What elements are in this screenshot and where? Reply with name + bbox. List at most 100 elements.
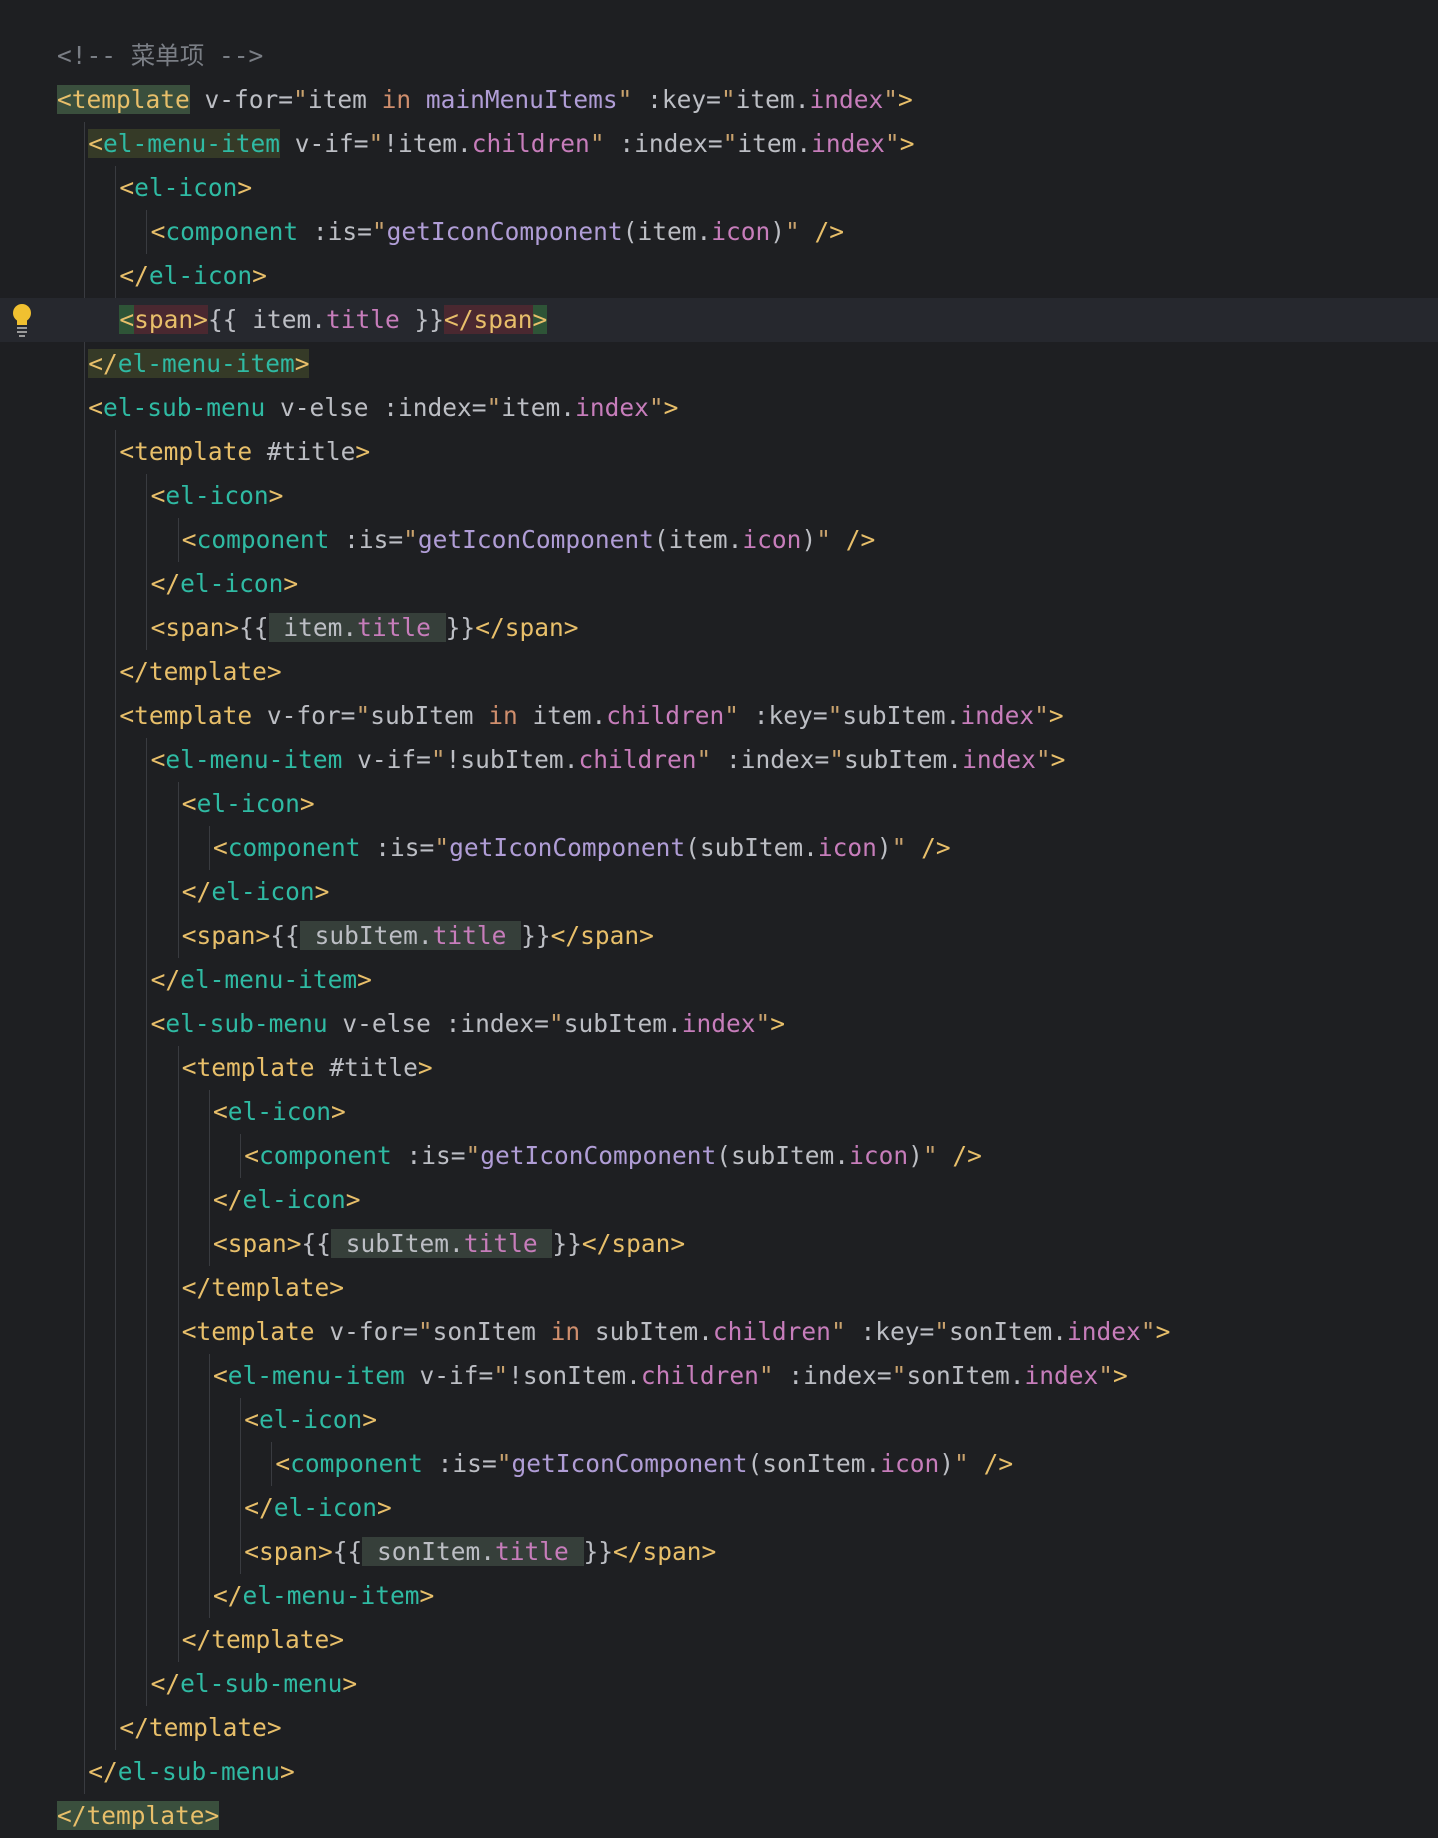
code-token: " <box>934 1317 949 1346</box>
code-line[interactable]: <template v-for="subItem in item.childre… <box>0 694 1438 738</box>
code-token: = <box>814 745 830 774</box>
code-token: icon <box>711 217 771 246</box>
code-line[interactable]: <template #title> <box>0 1046 1438 1090</box>
code-line[interactable]: <el-menu-item v-if="!subItem.children" :… <box>0 738 1438 782</box>
code-line[interactable]: <component :is="getIconComponent(sonItem… <box>0 1442 1438 1486</box>
code-token: </span <box>444 305 533 334</box>
code-line-content: </el-icon> <box>119 254 267 298</box>
code-token: /> <box>830 525 876 554</box>
code-line[interactable]: </el-icon> <box>0 1486 1438 1530</box>
code-line[interactable]: <el-icon> <box>0 166 1438 210</box>
code-token: <template <box>181 1053 315 1082</box>
code-line-content: <el-icon> <box>182 782 315 826</box>
code-token: sonItem <box>906 1361 1010 1390</box>
code-token: component <box>165 217 299 246</box>
code-token: }} <box>445 613 476 642</box>
code-line[interactable]: <component :is="getIconComponent(subItem… <box>0 1134 1438 1178</box>
code-token: !subItem <box>445 745 564 774</box>
code-token: < <box>150 481 166 510</box>
code-token: > <box>345 1185 361 1214</box>
code-token: = <box>340 701 356 730</box>
code-line[interactable]: <el-icon> <box>0 474 1438 518</box>
code-line[interactable]: <span>{{ subItem.title }}</span> <box>0 914 1438 958</box>
code-line[interactable]: </template> <box>0 1794 1438 1838</box>
code-token: " <box>884 129 900 158</box>
code-line[interactable]: </el-menu-item> <box>0 958 1438 1002</box>
code-token: " <box>548 1009 564 1038</box>
code-token: </ <box>150 1669 181 1698</box>
code-line[interactable]: <span>{{ item.title }}</span> <box>0 606 1438 650</box>
code-token: in <box>550 1317 581 1346</box>
code-line[interactable]: </el-sub-menu> <box>0 1662 1438 1706</box>
code-token: <span> <box>181 921 271 950</box>
code-token: > <box>419 1581 435 1610</box>
code-token: index <box>575 393 649 422</box>
code-token: :index <box>368 393 472 422</box>
code-line[interactable]: </el-icon> <box>0 254 1438 298</box>
code-token: </ <box>88 349 118 378</box>
code-line[interactable]: <span>{{ sonItem.title }}</span> <box>0 1530 1438 1574</box>
code-token: > <box>299 789 315 818</box>
code-line[interactable]: <template v-for="sonItem in subItem.chil… <box>0 1310 1438 1354</box>
code-token: < <box>150 1009 166 1038</box>
code-line[interactable]: </template> <box>0 650 1438 694</box>
code-editor[interactable]: <!-- 菜单项 --> <template v-for="item in mai… <box>0 0 1438 1838</box>
code-line[interactable]: </el-icon> <box>0 562 1438 606</box>
code-token: el-menu-item <box>117 349 295 378</box>
code-token: in <box>488 701 518 730</box>
code-token: </ <box>244 1493 274 1522</box>
code-line[interactable]: <el-menu-item v-if="!sonItem.children" :… <box>0 1354 1438 1398</box>
code-line[interactable]: </template> <box>0 1706 1438 1750</box>
code-line[interactable]: </template> <box>0 1618 1438 1662</box>
code-line[interactable]: <template #title> <box>0 430 1438 474</box>
code-line[interactable]: <!-- 菜单项 --> <box>0 34 1438 78</box>
code-line[interactable]: </template> <box>0 1266 1438 1310</box>
code-line[interactable]: <el-menu-item v-if="!item.children" :ind… <box>0 122 1438 166</box>
code-token: </ <box>213 1185 243 1214</box>
code-line[interactable]: </el-sub-menu> <box>0 1750 1438 1794</box>
code-token: = <box>416 745 431 774</box>
code-token: " <box>883 85 898 114</box>
code-token: /> <box>906 833 951 862</box>
code-line[interactable]: </el-icon> <box>0 1178 1438 1222</box>
code-line[interactable]: <el-icon> <box>0 1090 1438 1134</box>
code-token: item <box>735 85 795 114</box>
code-line-content: <template v-for="item in mainMenuItems" … <box>57 78 913 122</box>
code-token: . <box>1009 1361 1025 1390</box>
code-token: el-icon <box>258 1405 363 1434</box>
code-line[interactable]: <el-sub-menu v-else :index="item.index"> <box>0 386 1438 430</box>
code-token: </ <box>150 965 181 994</box>
code-line-content: <template v-for="sonItem in subItem.chil… <box>182 1310 1171 1354</box>
code-token: (subItem <box>685 833 804 862</box>
code-line[interactable]: <component :is="getIconComponent(item.ic… <box>0 518 1438 562</box>
code-token: icon <box>817 833 877 862</box>
code-line[interactable]: <span>{{ subItem.title }}</span> <box>0 1222 1438 1266</box>
code-token: " <box>1140 1317 1156 1346</box>
code-token: v-for <box>314 1317 404 1346</box>
code-line[interactable]: </el-icon> <box>0 870 1438 914</box>
code-line[interactable]: </el-menu-item> <box>0 342 1438 386</box>
code-line[interactable]: <el-icon> <box>0 1398 1438 1442</box>
code-token: < <box>244 1141 259 1170</box>
code-line[interactable]: <span>{{ item.title }}</span> <box>0 298 1438 342</box>
code-token: = <box>353 129 369 158</box>
code-token: getIconComponent <box>449 833 686 862</box>
code-line-content: <span>{{ subItem.title }}</span> <box>182 914 654 958</box>
code-token: " <box>724 701 740 730</box>
code-token: " <box>589 129 605 158</box>
code-line[interactable]: <el-icon> <box>0 782 1438 826</box>
code-line[interactable]: <template v-for="item in mainMenuItems" … <box>0 78 1438 122</box>
code-token: > <box>417 1053 433 1082</box>
code-token: " <box>417 1317 433 1346</box>
code-token: el-menu-item <box>102 129 280 158</box>
code-token: . <box>727 525 743 554</box>
lightbulb-icon[interactable] <box>8 302 36 338</box>
code-token: v-else <box>327 1009 431 1038</box>
code-line[interactable]: <component :is="getIconComponent(item.ic… <box>0 210 1438 254</box>
code-line[interactable]: <component :is="getIconComponent(subItem… <box>0 826 1438 870</box>
code-line[interactable]: </el-menu-item> <box>0 1574 1438 1618</box>
code-line-content: <component :is="getIconComponent(subItem… <box>213 826 951 870</box>
code-line[interactable]: <el-sub-menu v-else :index="subItem.inde… <box>0 1002 1438 1046</box>
code-token: = <box>478 1361 494 1390</box>
code-token: . <box>626 1361 641 1390</box>
